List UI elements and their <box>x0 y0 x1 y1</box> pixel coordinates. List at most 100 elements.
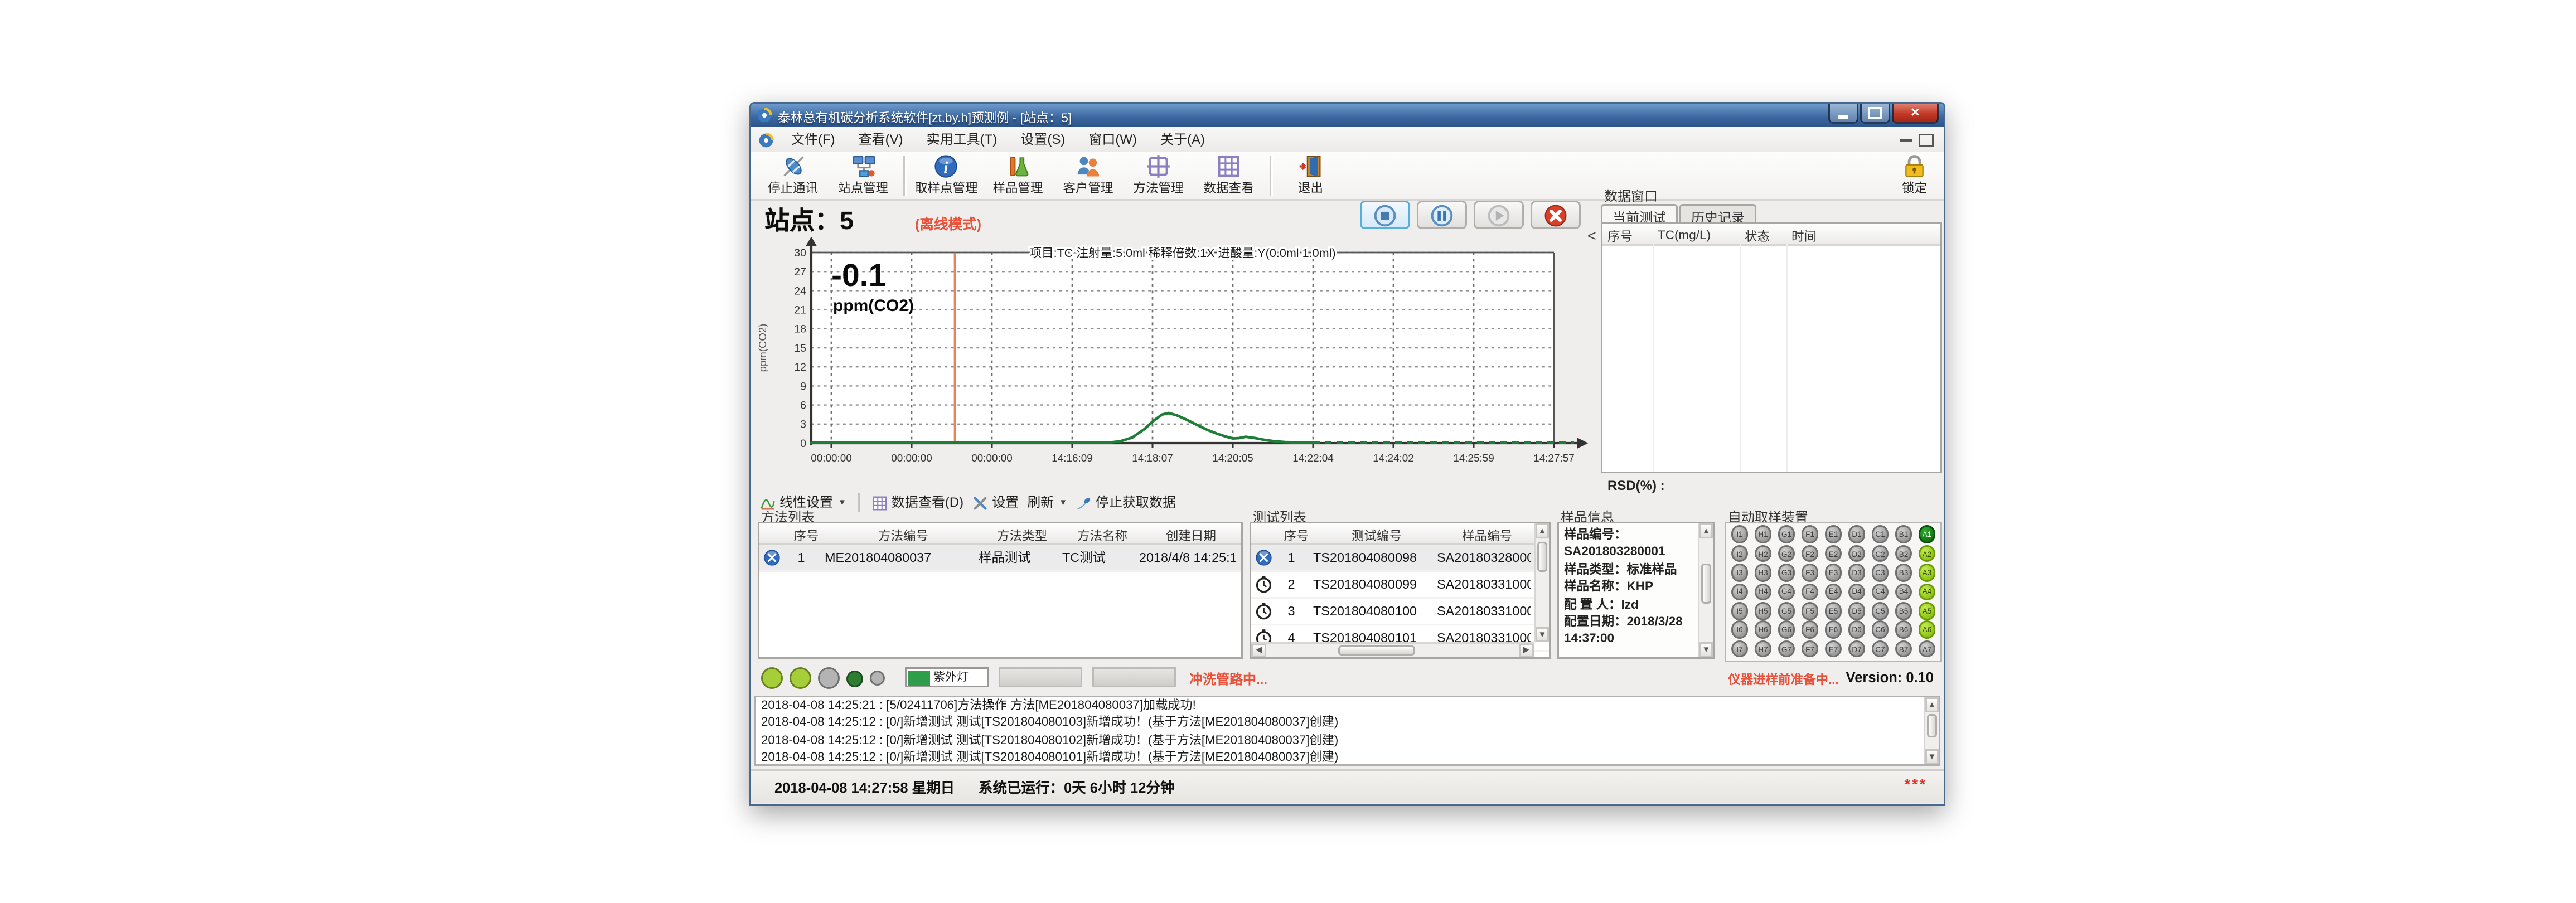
chart-toolbar-button-5[interactable]: 停止获取数据 <box>1076 493 1176 512</box>
vial-position-I7[interactable]: I7 <box>1728 639 1751 658</box>
menu-item-3[interactable]: 设置(S) <box>1009 129 1077 151</box>
column-header[interactable]: 序号 <box>1602 224 1653 244</box>
vial-position-E3[interactable]: E3 <box>1822 563 1845 582</box>
vial-position-E1[interactable]: E1 <box>1822 525 1845 544</box>
column-header[interactable] <box>1251 523 1278 543</box>
toolbar-button-data-view[interactable]: 数据查看 <box>1194 152 1264 200</box>
vial-position-F3[interactable]: F3 <box>1798 563 1822 582</box>
vertical-scrollbar[interactable]: ▲▼ <box>1698 523 1713 657</box>
mdi-window-controls[interactable] <box>1900 133 1934 147</box>
toolbar-button-sample-manage[interactable]: 样品管理 <box>983 152 1053 200</box>
vial-position-E4[interactable]: E4 <box>1822 582 1845 601</box>
vial-position-G6[interactable]: G6 <box>1775 620 1798 639</box>
vial-position-A1[interactable]: A1 <box>1915 525 1939 544</box>
vial-position-D1[interactable]: D1 <box>1845 525 1868 544</box>
vial-position-C1[interactable]: C1 <box>1868 525 1892 544</box>
vial-position-G3[interactable]: G3 <box>1775 563 1798 582</box>
scroll-up-arrow[interactable]: ▲ <box>1699 523 1713 538</box>
pause-button[interactable] <box>1417 201 1467 229</box>
vial-position-A2[interactable]: A2 <box>1915 544 1939 563</box>
menu-item-4[interactable]: 窗口(W) <box>1077 129 1149 151</box>
scroll-left-arrow[interactable]: ◀ <box>1251 644 1266 657</box>
vial-position-H5[interactable]: H5 <box>1751 601 1775 620</box>
vial-position-D7[interactable]: D7 <box>1845 639 1868 658</box>
vial-position-H4[interactable]: H4 <box>1751 582 1775 601</box>
vial-position-H6[interactable]: H6 <box>1751 620 1775 639</box>
scrollbar-thumb[interactable] <box>1537 542 1547 572</box>
vial-position-F4[interactable]: F4 <box>1798 582 1822 601</box>
scroll-down-arrow[interactable]: ▼ <box>1536 627 1549 642</box>
menu-item-0[interactable]: 文件(F) <box>779 129 847 151</box>
scroll-down-arrow[interactable]: ▼ <box>1925 749 1939 764</box>
vial-position-E6[interactable]: E6 <box>1822 620 1845 639</box>
minimize-button[interactable] <box>1828 104 1858 124</box>
vial-position-F2[interactable]: F2 <box>1798 544 1822 563</box>
chart-toolbar-button-2[interactable]: 数据查看(D) <box>871 493 963 512</box>
vial-position-A3[interactable]: A3 <box>1915 563 1939 582</box>
vertical-scrollbar[interactable]: ▲▼ <box>1924 697 1939 764</box>
column-header[interactable]: 方法类型 <box>980 523 1064 543</box>
toolbar-button-sampling-point-manage[interactable]: i取样点管理 <box>910 152 983 200</box>
vial-position-F7[interactable]: F7 <box>1798 639 1822 658</box>
vial-position-B3[interactable]: B3 <box>1892 563 1915 582</box>
vial-position-A5[interactable]: A5 <box>1915 601 1939 620</box>
vial-position-B2[interactable]: B2 <box>1892 544 1915 563</box>
vial-position-H7[interactable]: H7 <box>1751 639 1775 658</box>
column-header[interactable]: TC(mg/L) <box>1653 224 1740 244</box>
vial-position-G1[interactable]: G1 <box>1775 525 1798 544</box>
vial-position-I4[interactable]: I4 <box>1728 582 1751 601</box>
vial-position-C7[interactable]: C7 <box>1868 639 1892 658</box>
vial-position-C4[interactable]: C4 <box>1868 582 1892 601</box>
vial-position-B7[interactable]: B7 <box>1892 639 1915 658</box>
vial-position-C2[interactable]: C2 <box>1868 544 1892 563</box>
menu-item-2[interactable]: 实用工具(T) <box>915 129 1009 151</box>
vial-position-C3[interactable]: C3 <box>1868 563 1892 582</box>
maximize-button[interactable] <box>1860 104 1890 124</box>
close-button[interactable]: × <box>1892 104 1939 124</box>
lock-button[interactable]: 锁定 <box>1902 153 1937 198</box>
vial-position-D5[interactable]: D5 <box>1845 601 1868 620</box>
vial-position-C6[interactable]: C6 <box>1868 620 1892 639</box>
vial-position-B1[interactable]: B1 <box>1892 525 1915 544</box>
column-header[interactable]: 序号 <box>786 523 826 543</box>
column-header[interactable]: 测试编号 <box>1315 523 1439 543</box>
menu-item-1[interactable]: 查看(V) <box>847 129 915 151</box>
vial-position-F6[interactable]: F6 <box>1798 620 1822 639</box>
toolbar-button-exit[interactable]: 退出 <box>1276 152 1346 200</box>
column-header[interactable]: 方法编号 <box>826 523 980 543</box>
scrollbar-thumb[interactable] <box>1927 714 1937 737</box>
toolbar-button-customer-manage[interactable]: 客户管理 <box>1053 152 1124 200</box>
toolbar-button-station-manage[interactable]: 站点管理 <box>828 152 898 200</box>
chart-toolbar-button-3[interactable]: 设置 <box>972 493 1019 512</box>
stop-button[interactable] <box>1360 201 1410 229</box>
column-header[interactable] <box>759 523 786 543</box>
menu-item-5[interactable]: 关于(A) <box>1149 129 1217 151</box>
vial-position-A7[interactable]: A7 <box>1915 639 1939 658</box>
vial-position-H1[interactable]: H1 <box>1751 525 1775 544</box>
vial-position-I1[interactable]: I1 <box>1728 525 1751 544</box>
column-header[interactable]: 时间 <box>1786 224 1937 244</box>
column-header[interactable]: 状态 <box>1740 224 1786 244</box>
vial-position-E2[interactable]: E2 <box>1822 544 1845 563</box>
vial-position-B6[interactable]: B6 <box>1892 620 1915 639</box>
vertical-scrollbar[interactable]: ▲▼ <box>1534 523 1549 642</box>
vial-position-G5[interactable]: G5 <box>1775 601 1798 620</box>
vial-position-B5[interactable]: B5 <box>1892 601 1915 620</box>
vial-position-E7[interactable]: E7 <box>1822 639 1845 658</box>
column-header[interactable]: 序号 <box>1278 523 1315 543</box>
vial-position-A4[interactable]: A4 <box>1915 582 1939 601</box>
scroll-up-arrow[interactable]: ▲ <box>1536 523 1549 538</box>
vial-position-D4[interactable]: D4 <box>1845 582 1868 601</box>
vial-position-A6[interactable]: A6 <box>1915 620 1939 639</box>
toolbar-button-method-manage[interactable]: 方法管理 <box>1124 152 1194 200</box>
column-header[interactable]: 方法名称 <box>1064 523 1141 543</box>
vial-position-I2[interactable]: I2 <box>1728 544 1751 563</box>
vial-position-I6[interactable]: I6 <box>1728 620 1751 639</box>
scroll-up-arrow[interactable]: ▲ <box>1925 697 1939 712</box>
scrollbar-thumb[interactable] <box>1338 645 1415 656</box>
vial-position-H2[interactable]: H2 <box>1751 544 1775 563</box>
vial-position-I3[interactable]: I3 <box>1728 563 1751 582</box>
vial-position-B4[interactable]: B4 <box>1892 582 1915 601</box>
column-header[interactable]: 样品编号 <box>1439 523 1536 543</box>
vial-position-D6[interactable]: D6 <box>1845 620 1868 639</box>
